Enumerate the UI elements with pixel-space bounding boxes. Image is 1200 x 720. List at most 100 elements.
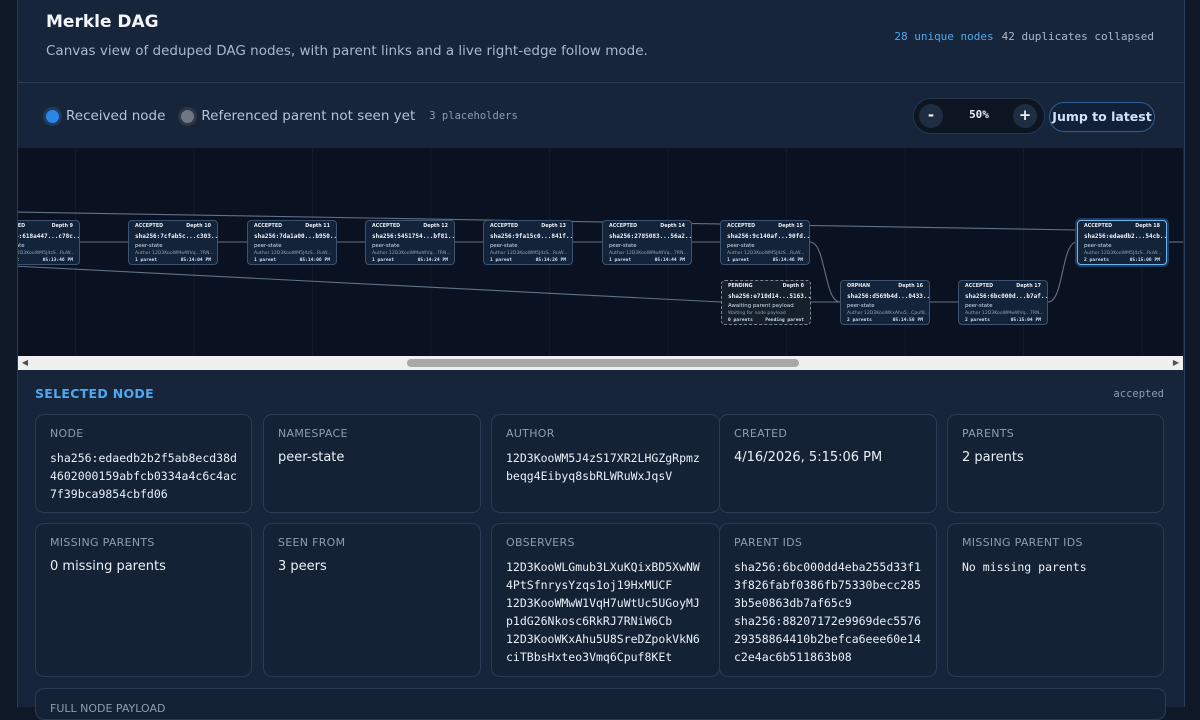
field-label: NODE [50,427,84,440]
dag-node-time: 05:14:46 PM [772,258,803,263]
parent-id: sha256:88207172e9969dec557629358864410b2… [734,614,921,664]
dag-node[interactable]: ACCEPTED Depth 18 sha256:edaedb2...54cb...… [1077,220,1167,265]
dag-node-author: Author 12D3KooWM5J4zS...RuW... [254,251,332,256]
dag-node[interactable]: ORPHAN Depth 16 sha256:d569b4d...0433... pe… [840,280,930,325]
dag-node-id: sha256:9fa15c0...841f... [490,233,573,240]
dag-node-namespace: peer-state [727,243,755,249]
dag-parent-link [809,241,841,303]
scroll-right-arrow-icon[interactable]: ▶ [1169,356,1183,370]
dag-node-depth: Depth 15 [778,224,803,229]
legend: Received node Referenced parent not seen… [46,108,518,124]
dag-node-footer: 2 parents 05:15:04 PM [965,318,1041,323]
dag-node-parents: 2 parents [847,318,872,323]
dag-node[interactable]: ACCEPTED Depth 14 sha256:2785083...56a2...… [602,220,692,265]
field-missing-parents: MISSING PARENTS 0 missing parents [35,523,252,677]
dag-node-time: 05:15:06 PM [1129,258,1160,263]
field-parent-ids: PARENT IDS sha256:6bc000dd4eba255d33f13f… [719,523,937,677]
field-author: AUTHOR 12D3KooWM5J4zS17XR2LHGZgRpmzbeqg4… [491,414,720,513]
dag-node-parents: 1 parent [135,258,158,263]
dag-node-depth: Depth 16 [898,284,923,289]
created-value: 4/16/2026, 5:15:06 PM [734,450,883,465]
observer-id: 12D3KooWLGmub3LXuKQixBD5XwNW4PtSfnrysYzq… [506,560,700,592]
placeholders-count: 3 placeholders [429,110,518,122]
dag-node-parents: 1 parent [609,258,632,263]
field-label: MISSING PARENTS [50,536,155,549]
selected-node-status: accepted [1113,388,1164,400]
dag-node-namespace: peer-state [372,243,400,249]
dag-node[interactable]: PENDING Depth 0 sha256:e710d14...5163... Aw… [721,280,811,325]
dag-node-author: Author 12D3KooWMwWVq...7RN... [965,311,1044,316]
legend-referenced: Referenced parent not seen yet [201,108,416,124]
field-label: PARENT IDS [734,536,803,549]
dag-node-status: ACCEPTED [609,224,638,229]
dag-node[interactable]: ACCEPTED Depth 13 sha256:9fa15c0...841f...… [483,220,573,265]
dag-node-id: sha256:d569b4d...0433... [847,293,930,300]
dag-node-id: sha256:6bc000d...b7af... [965,293,1048,300]
dag-node-footer: 1 parent 05:14:24 PM [372,258,448,263]
dag-node-depth: Depth 18 [1135,224,1160,229]
field-namespace: NAMESPACE peer-state [263,414,481,513]
field-parents: PARENTS 2 parents [947,414,1164,513]
field-label: SEEN FROM [278,536,346,549]
dag-node-author: Author 12D3KooWM5J4zS...RuW... [1084,251,1162,256]
field-seen-from: SEEN FROM 3 peers [263,523,481,677]
dag-node-header: ACCEPTED Depth 17 [965,284,1041,289]
scroll-left-arrow-icon[interactable]: ◀ [18,356,32,370]
dag-node-footer: 2 parents 05:15:06 PM [1084,258,1160,263]
node-hash: sha256:edaedb2b2f5ab8ecd38d4602000159abf… [50,451,237,501]
dag-node-footer: 1 parent 05:14:04 PM [135,258,211,263]
dag-node-footer: 1 parent 05:14:06 PM [254,258,330,263]
dag-node-header: ACCEPTED Depth 10 [135,224,211,229]
dag-node[interactable]: ACCEPTED Depth 11 sha256:7da1a00...b950...… [247,220,337,265]
seen-from-value: 3 peers [278,559,327,574]
dag-node-namespace: peer-state [254,243,282,249]
dag-node-id: sha256:5451754...bf81... [372,233,455,240]
dag-node[interactable]: ACCEPTED Depth 17 sha256:6bc000d...b7af...… [958,280,1048,325]
field-label: NAMESPACE [278,427,348,440]
dag-node-status: ACCEPTED [372,224,401,229]
zoom-in-button[interactable]: + [1013,104,1037,128]
dag-node[interactable]: ACCEPTED Depth 10 sha256:7cfab5c...c303...… [128,220,218,265]
dag-node-time: 05:14:06 PM [299,258,330,263]
dag-node[interactable]: ACCEPTED Depth 12 sha256:5451754...bf81...… [365,220,455,265]
field-node: NODE sha256:edaedb2b2f5ab8ecd38d46020001… [35,414,252,513]
dag-node-time: 05:14:44 PM [654,258,685,263]
dag-node-parents: 1 parent [490,258,513,263]
dag-node-header: ACCEPTED Depth 14 [609,224,685,229]
dag-node-parents: 1 parent [372,258,395,263]
page-subtitle: Canvas view of deduped DAG nodes, with p… [46,43,648,59]
dag-node-namespace: peer-state [609,243,637,249]
dag-node-footer: 1 parent 05:13:46 PM [18,258,73,263]
dag-stats: 28 unique nodes 42 duplicates collapsed [894,30,1154,43]
dag-node[interactable]: ACCEPTED Depth 9 sha256:618a447...c78c... p… [18,220,80,265]
dag-node[interactable]: ACCEPTED Depth 15 sha256:9c140af...90fd...… [720,220,810,265]
dag-node-header: ACCEPTED Depth 13 [490,224,566,229]
dag-node-namespace: peer-state [847,303,875,309]
dag-parent-link [1047,241,1078,303]
observer-id: 12D3KooWMwW1VqH7uWtUc5UGoyMJp1dG26Nkosc6… [506,596,700,628]
dag-node-status: ACCEPTED [1084,224,1113,229]
dag-node-parents: 1 parent [727,258,750,263]
zoom-control: - 50% + [913,98,1045,134]
dag-node-time: 05:15:04 PM [1010,318,1041,323]
dag-node-parents: 1 parent [254,258,277,263]
field-label: OBSERVERS [506,536,575,549]
scrollbar-thumb[interactable] [407,359,799,367]
dag-parent-link [18,265,722,303]
placeholder-node-dot-icon [181,109,195,123]
dag-node-time: 05:14:26 PM [535,258,566,263]
canvas-horizontal-scrollbar[interactable]: ◀ ▶ [18,356,1183,370]
dag-node-author: Author 12D3KooWKxAhu5...Cpuf8... [847,311,930,316]
dag-node-namespace: peer-state [490,243,518,249]
dag-node-status: ACCEPTED [727,224,756,229]
dag-node-header: ACCEPTED Depth 9 [18,224,73,229]
received-node-dot-icon [46,109,59,123]
dag-node-footer: 1 parent 05:14:26 PM [490,258,566,263]
dag-node-depth: Depth 14 [660,224,685,229]
panel-header: Merkle DAG Canvas view of deduped DAG no… [18,0,1184,83]
jump-to-latest-button[interactable]: Jump to latest [1049,102,1155,132]
dag-node-id: sha256:9c140af...90fd... [727,233,810,240]
parent-id: sha256:6bc000dd4eba255d33f13f826fabf0386… [734,560,921,610]
observer-id: 12D3KooWKxAhu5U8SreDZpokVkN6ciTBbsHxteo3… [506,632,700,664]
dag-canvas[interactable]: ACCEPTED Depth 9 sha256:618a447...c78c... p… [18,148,1183,356]
